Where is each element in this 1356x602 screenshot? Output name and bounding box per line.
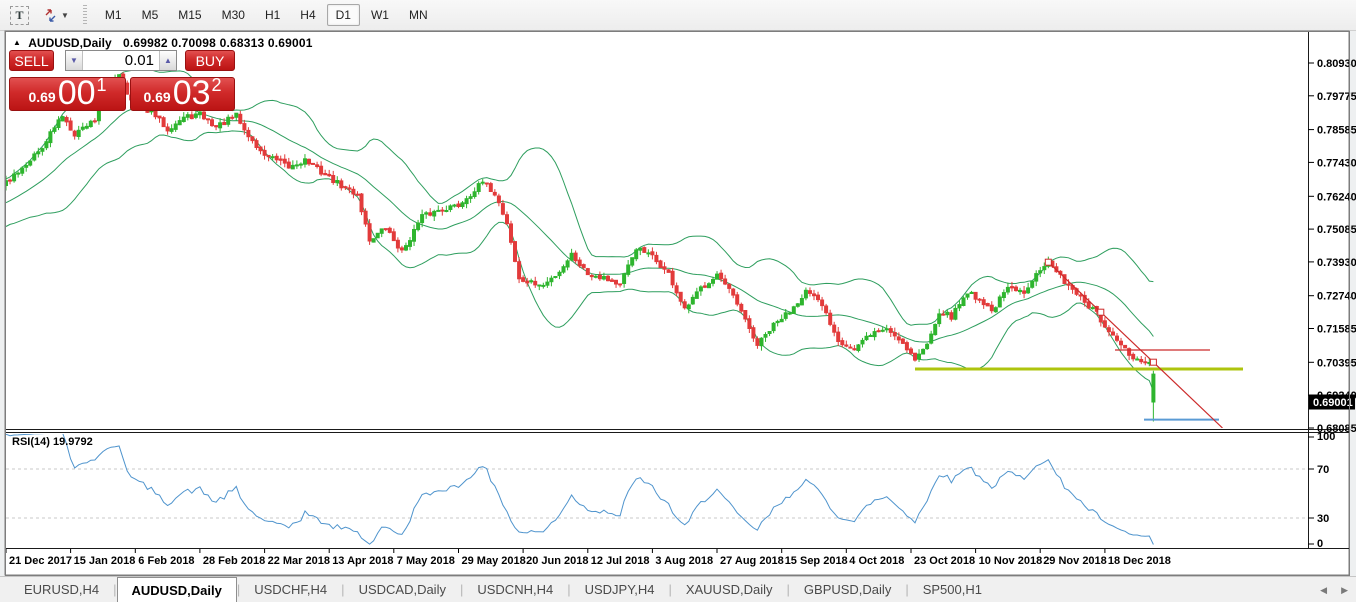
rsi-scale-label: 70 [1317,464,1329,476]
date-tick-label: 29 Nov 2018 [1043,555,1107,567]
price-tick-label: 0.76240 [1317,191,1356,203]
date-tick-label: 7 May 2018 [397,555,455,567]
date-tick-label: 12 Jul 2018 [591,555,650,567]
trendline-handle-0[interactable] [1045,259,1051,265]
sell-price-prefix: 0.69 [28,89,55,105]
buy-button[interactable]: BUY [185,50,235,71]
price-tick-label: 0.73930 [1317,257,1356,269]
volume-increase-button[interactable]: ▲ [159,51,176,70]
tab-usdchf-h4[interactable]: USDCHF,H4 [240,577,341,602]
collapse-icon[interactable]: ▲ [13,38,21,47]
price-tick-label: 0.77430 [1317,157,1356,169]
date-tick-label: 15 Sep 2018 [785,555,848,567]
tab-sp500-h1[interactable]: SP500,H1 [909,577,996,602]
date-tick-label: 13 Apr 2018 [332,555,393,567]
price-tick-label: 0.79775 [1317,91,1356,103]
tab-usdcad-daily[interactable]: USDCAD,Daily [345,577,460,602]
sell-price-display[interactable]: 0.69 00 1 [9,77,126,111]
tab-scroll-left-icon[interactable]: ◀ [1320,585,1327,596]
sell-price-pip-digit: 1 [97,75,107,96]
buy-price-pip-digit: 2 [212,75,222,96]
date-tick-label: 18 Dec 2018 [1108,555,1171,567]
date-tick-label: 20 Jun 2018 [526,555,588,567]
date-tick-label: 10 Nov 2018 [979,555,1043,567]
price-tick-label: 0.80930 [1317,58,1356,70]
tab-xauusd-daily[interactable]: XAUUSD,Daily [672,577,787,602]
date-tick-label: 15 Jan 2018 [74,555,136,567]
date-tick-label: 27 Aug 2018 [720,555,784,567]
mt4-app: T ▼ M1M5M15M30H1H4D1W1MN 0.809300.797750… [0,0,1356,602]
date-tick-label: 3 Aug 2018 [655,555,713,567]
one-click-trading-panel: SELL ▼ ▲ BUY 0.69 00 1 0.69 03 2 [9,50,235,111]
date-tick-label: 23 Oct 2018 [914,555,975,567]
price-tick-label: 0.71585 [1317,324,1356,336]
tab-gbpusd-daily[interactable]: GBPUSD,Daily [790,577,905,602]
chart-ohlc-values: 0.69982 0.70098 0.68313 0.69001 [123,36,313,50]
current-price-badge-label: 0.69001 [1313,397,1353,409]
price-tick-label: 0.70395 [1317,357,1356,369]
tab-usdcnh-h4[interactable]: USDCNH,H4 [463,577,567,602]
price-tick-label: 0.75085 [1317,224,1356,236]
chart-title: ▲ AUDUSD,Daily 0.69982 0.70098 0.68313 0… [13,36,313,50]
tab-audusd-daily[interactable]: AUDUSD,Daily [117,577,237,602]
volume-widget: ▼ ▲ [65,50,177,71]
date-tick-label: 21 Dec 2017 [9,555,72,567]
buy-price-display[interactable]: 0.69 03 2 [130,77,235,111]
tab-eurusd-h4[interactable]: EURUSD,H4 [10,577,113,602]
sell-button[interactable]: SELL [9,50,54,71]
rsi-scale-label: 30 [1317,513,1329,525]
sell-price-big-digits: 00 [58,80,96,107]
rsi-scale-label: 100 [1317,431,1335,443]
buy-price-big-digits: 03 [173,80,211,107]
trendline-handle-2[interactable] [1150,359,1156,365]
trendline-handle-1[interactable] [1098,309,1104,315]
date-tick-label: 6 Feb 2018 [138,555,194,567]
rsi-indicator-label: RSI(14) 19.9792 [12,436,93,448]
chart-tab-bar: EURUSD,H4|AUDUSD,Daily|USDCHF,H4|USDCAD,… [0,576,1356,602]
price-tick-label: 0.72740 [1317,291,1356,303]
date-tick-label: 22 Mar 2018 [268,555,330,567]
date-tick-label: 28 Feb 2018 [203,555,265,567]
rsi-scale-label: 0 [1317,538,1323,550]
volume-decrease-button[interactable]: ▼ [66,51,83,70]
chart-symbol-label: AUDUSD,Daily [28,36,111,50]
date-tick-label: 29 May 2018 [462,555,526,567]
tab-usdjpy-h4[interactable]: USDJPY,H4 [571,577,669,602]
buy-price-prefix: 0.69 [143,89,170,105]
price-tick-label: 0.78585 [1317,125,1356,137]
tab-scroll-right-icon[interactable]: ▶ [1341,585,1348,596]
volume-input[interactable] [83,51,159,70]
date-tick-label: 4 Oct 2018 [849,555,904,567]
